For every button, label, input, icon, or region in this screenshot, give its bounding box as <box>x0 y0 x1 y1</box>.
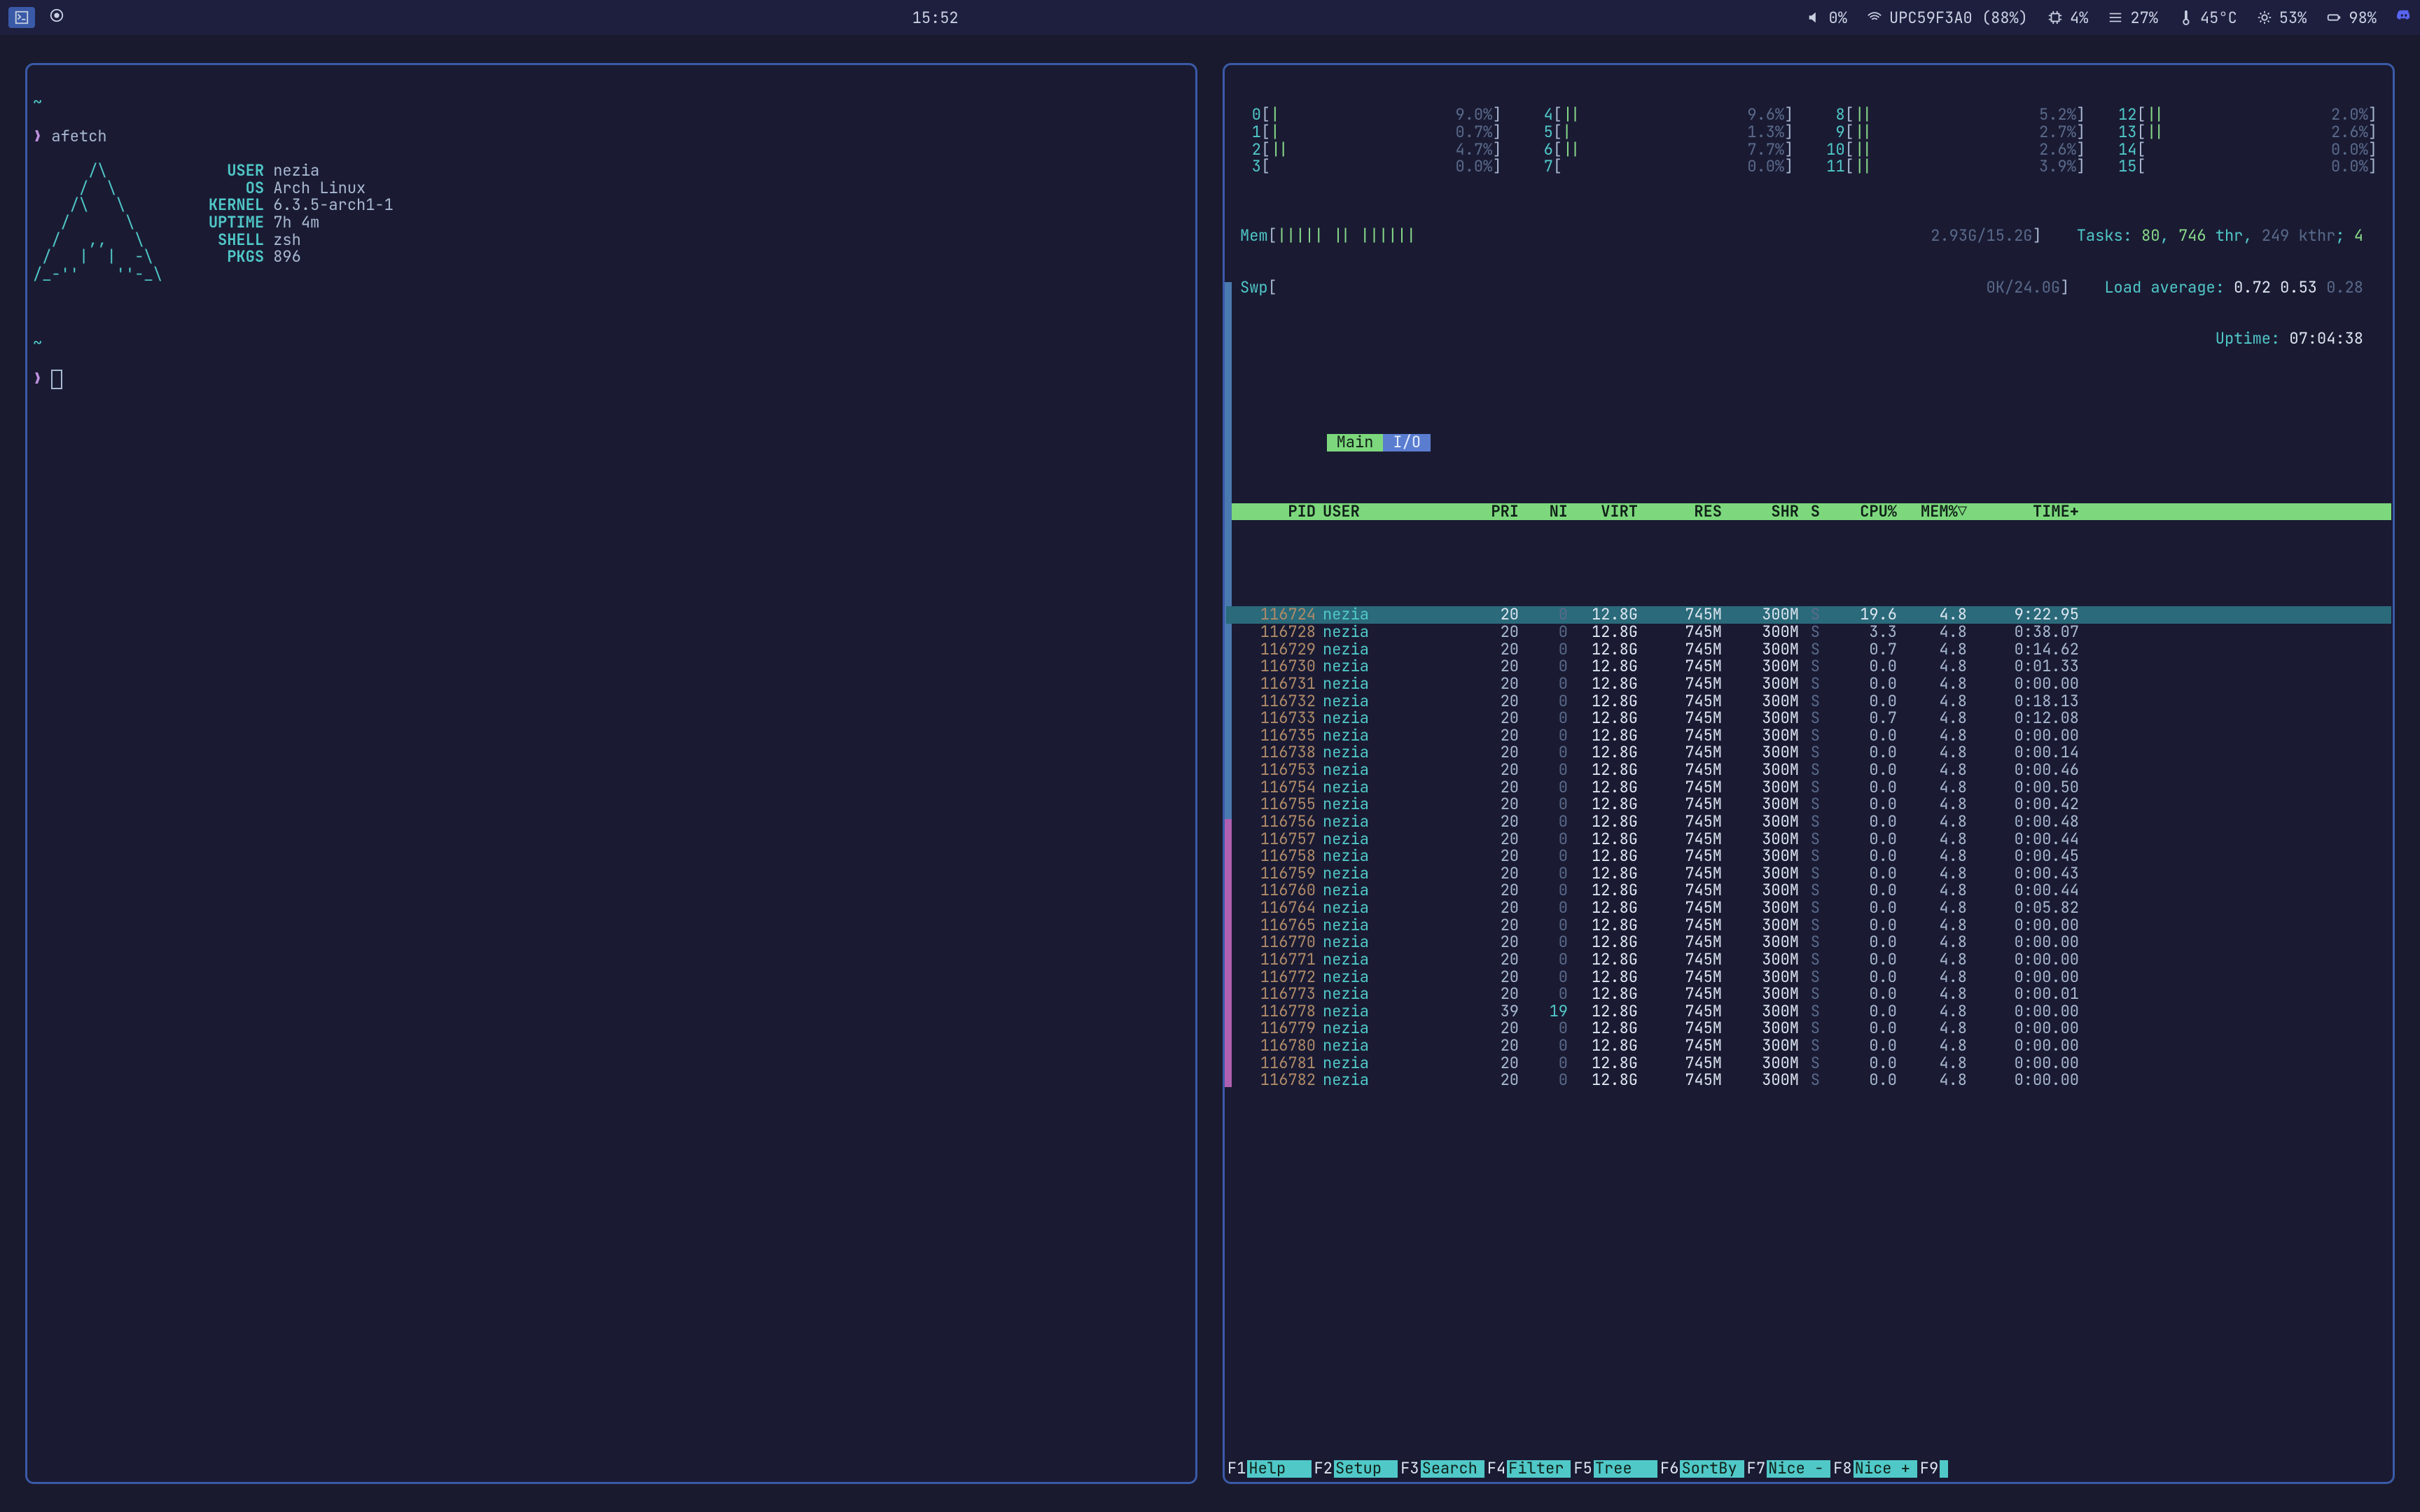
htop-process-row[interactable]: 116765 nezia 20 0 12.8G 745M 300M S 0.0 … <box>1226 917 2391 934</box>
htop-process-list[interactable]: 116724 nezia 20 0 12.8G 745M 300M S 19.6… <box>1226 606 2391 1089</box>
htop-fn-f4[interactable]: F4Filter <box>1484 1460 1571 1478</box>
htop-process-row[interactable]: 116772 nezia 20 0 12.8G 745M 300M S 0.0 … <box>1226 969 2391 986</box>
discord-tray-icon[interactable] <box>2396 8 2412 28</box>
htop-process-row[interactable]: 116731 nezia 20 0 12.8G 745M 300M S 0.0 … <box>1226 676 2391 693</box>
htop-tab-io[interactable]: I/O <box>1383 434 1431 451</box>
htop-process-row[interactable]: 116755 nezia 20 0 12.8G 745M 300M S 0.0 … <box>1226 796 2391 813</box>
disk-icon <box>2108 10 2123 25</box>
htop-cpu-meter: 1[|0.7%] <box>1240 124 1502 141</box>
htop-process-row[interactable]: 116724 nezia 20 0 12.8G 745M 300M S 19.6… <box>1226 606 2391 624</box>
htop-process-row[interactable]: 116756 nezia 20 0 12.8G 745M 300M S 0.0 … <box>1226 813 2391 831</box>
htop-fn-f1[interactable]: F1Help <box>1225 1460 1312 1478</box>
htop-cpu-meter: 3[0.0%] <box>1240 158 1502 176</box>
htop-process-row[interactable]: 116757 nezia 20 0 12.8G 745M 300M S 0.0 … <box>1226 831 2391 848</box>
htop-process-row[interactable]: 116764 nezia 20 0 12.8G 745M 300M S 0.0 … <box>1226 899 2391 917</box>
cpu-icon <box>2047 10 2063 25</box>
afetch-value: 896 <box>273 246 301 267</box>
brightness-indicator[interactable]: 53% <box>2257 8 2307 28</box>
battery-value: 98% <box>2349 8 2377 28</box>
htop-fn-f9[interactable]: F9 <box>1917 1460 1948 1478</box>
htop-process-row[interactable]: 116780 nezia 20 0 12.8G 745M 300M S 0.0 … <box>1226 1037 2391 1055</box>
sun-icon <box>2257 10 2272 25</box>
htop-process-row[interactable]: 116733 nezia 20 0 12.8G 745M 300M S 0.7 … <box>1226 710 2391 727</box>
wifi-indicator[interactable]: UPC59F3A0 (88%) <box>1867 8 2028 28</box>
battery-icon <box>2326 10 2342 25</box>
htop-process-row[interactable]: 116773 nezia 20 0 12.8G 745M 300M S 0.0 … <box>1226 986 2391 1003</box>
volume-value: 0% <box>1829 8 1847 28</box>
terminal-right-pane[interactable]: 0[|9.0%] 4[||9.6%] 8[||5.2%] 12[||2.0%] … <box>1223 63 2395 1484</box>
htop-process-row[interactable]: 116782 nezia 20 0 12.8G 745M 300M S 0.0 … <box>1226 1072 2391 1089</box>
htop-process-row[interactable]: 116779 nezia 20 0 12.8G 745M 300M S 0.0 … <box>1226 1020 2391 1037</box>
htop-process-row[interactable]: 116759 nezia 20 0 12.8G 745M 300M S 0.0 … <box>1226 865 2391 883</box>
wifi-value: UPC59F3A0 (88%) <box>1889 8 2028 28</box>
htop-process-row[interactable]: 116729 nezia 20 0 12.8G 745M 300M S 0.7 … <box>1226 641 2391 659</box>
htop-process-row[interactable]: 116770 nezia 20 0 12.8G 745M 300M S 0.0 … <box>1226 934 2391 951</box>
workspace-browser-icon[interactable] <box>49 8 64 28</box>
terminal-left-pane[interactable]: ~ ❯ afetch /\ USER nezia / \ OS Arch Lin… <box>25 63 1197 1484</box>
htop-cpu-meter: 11[||3.9%] <box>1824 158 2086 176</box>
htop-process-row[interactable]: 116758 nezia 20 0 12.8G 745M 300M S 0.0 … <box>1226 848 2391 865</box>
htop-process-row[interactable]: 116771 nezia 20 0 12.8G 745M 300M S 0.0 … <box>1226 951 2391 969</box>
htop-process-row[interactable]: 116730 nezia 20 0 12.8G 745M 300M S 0.0 … <box>1226 658 2391 676</box>
htop-process-row[interactable]: 116732 nezia 20 0 12.8G 745M 300M S 0.0 … <box>1226 693 2391 710</box>
htop-process-row[interactable]: 116781 nezia 20 0 12.8G 745M 300M S 0.0 … <box>1226 1055 2391 1072</box>
terminal-cursor[interactable] <box>51 370 62 389</box>
htop-fn-bar: F1Help F2Setup F3SearchF4FilterF5Tree F6… <box>1225 1460 2393 1478</box>
afetch-ascii-line: /_-'' ''-_\ <box>33 264 181 284</box>
htop-fn-f8[interactable]: F8Nice + <box>1830 1460 1917 1478</box>
htop-mem-meter: Mem[||||| || ||||||2.93G/15.2G] Tasks: 8… <box>1226 227 2391 245</box>
htop-fn-f7[interactable]: F7Nice - <box>1744 1460 1831 1478</box>
cpu-indicator[interactable]: 4% <box>2047 8 2088 28</box>
speaker-icon <box>1807 10 1822 25</box>
disk-value: 27% <box>2130 8 2158 28</box>
brightness-value: 53% <box>2279 8 2307 28</box>
htop-fn-f2[interactable]: F2Setup <box>1312 1460 1398 1478</box>
top-bar: 15:52 0% UPC59F3A0 (88%) 4% 27% 45°C 53% <box>0 0 2420 35</box>
volume-indicator[interactable]: 0% <box>1807 8 1847 28</box>
battery-indicator[interactable]: 98% <box>2326 8 2377 28</box>
htop-cpu-meter: 13[||2.6%] <box>2115 124 2377 141</box>
htop-process-row[interactable]: 116778 nezia 39 19 12.8G 745M 300M S 0.0… <box>1226 1003 2391 1021</box>
tiling-workspace: ~ ❯ afetch /\ USER nezia / \ OS Arch Lin… <box>0 35 2420 1512</box>
cpu-value: 4% <box>2070 8 2088 28</box>
htop-cpu-meters: 0[|9.0%] 4[||9.6%] 8[||5.2%] 12[||2.0%] … <box>1226 106 2391 176</box>
htop-process-row[interactable]: 116735 nezia 20 0 12.8G 745M 300M S 0.0 … <box>1226 727 2391 745</box>
afetch-key: PKGS <box>209 246 264 267</box>
htop-cpu-meter: 9[||2.7%] <box>1824 124 2086 141</box>
workspace-terminal-icon[interactable] <box>8 7 35 28</box>
htop-process-row[interactable]: 116753 nezia 20 0 12.8G 745M 300M S 0.0 … <box>1226 762 2391 779</box>
htop-cpu-meter: 5[|1.3%] <box>1532 124 1794 141</box>
htop-fn-f3[interactable]: F3Search <box>1398 1460 1484 1478</box>
htop-process-row[interactable]: 116738 nezia 20 0 12.8G 745M 300M S 0.0 … <box>1226 744 2391 762</box>
htop-process-row[interactable]: 116754 nezia 20 0 12.8G 745M 300M S 0.0 … <box>1226 779 2391 797</box>
htop-cpu-meter: 7[0.0%] <box>1532 158 1794 176</box>
htop-cpu-meter: 15[0.0%] <box>2115 158 2377 176</box>
htop-tab-main[interactable]: Main <box>1327 434 1384 451</box>
htop-uptime: Uptime: 07:04:38 <box>1226 330 2391 348</box>
prompt-command: afetch <box>51 126 106 146</box>
htop-process-row[interactable]: 116728 nezia 20 0 12.8G 745M 300M S 3.3 … <box>1226 624 2391 641</box>
htop-fn-f5[interactable]: F5Tree <box>1571 1460 1657 1478</box>
htop-header-row[interactable]: PID USER PRI NI VIRT RES SHR S CPU% MEM%… <box>1226 503 2391 521</box>
thermometer-icon <box>2178 10 2193 25</box>
htop-swap-meter: Swp[0K/24.0G] Load average: 0.72 0.53 0.… <box>1226 279 2391 297</box>
htop-fn-f6[interactable]: F6SortBy <box>1657 1460 1744 1478</box>
disk-indicator[interactable]: 27% <box>2108 8 2158 28</box>
wifi-icon <box>1867 10 1882 25</box>
temp-indicator[interactable]: 45°C <box>2178 8 2237 28</box>
temp-value: 45°C <box>2200 8 2237 28</box>
clock: 15:52 <box>912 8 959 28</box>
htop-process-row[interactable]: 116760 nezia 20 0 12.8G 745M 300M S 0.0 … <box>1226 882 2391 899</box>
